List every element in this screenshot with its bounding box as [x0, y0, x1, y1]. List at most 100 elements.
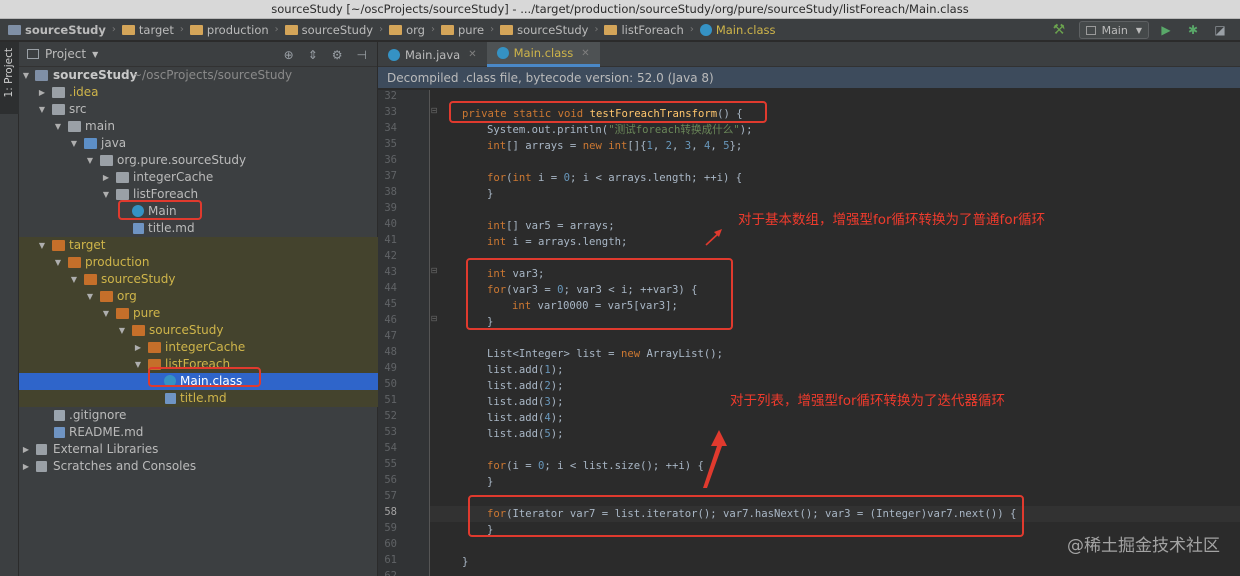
tab-main-class[interactable]: Main.class ✕	[486, 42, 600, 67]
expand-arrow-icon[interactable]: ▼	[21, 67, 31, 84]
chevron-right-icon: ›	[490, 24, 495, 35]
line-number: 60	[384, 538, 397, 550]
code-line-50: list.add(2);	[487, 380, 564, 392]
breadcrumb-sourcestudy[interactable]: sourceStudy ›	[284, 23, 389, 37]
line-number: 38	[384, 186, 397, 198]
line-number: 35	[384, 138, 397, 150]
folder-icon	[189, 24, 203, 35]
fold-marker-icon[interactable]: ⊟	[430, 266, 438, 275]
tree-item-idea[interactable]: ▶ .idea	[19, 84, 378, 101]
tree-item-sourcestudy-pkg[interactable]: ▼ sourceStudy	[19, 322, 378, 339]
tree-item-title-md-out[interactable]: title.md	[19, 390, 378, 407]
code-line-48: List<Integer> list = new ArrayList();	[487, 348, 723, 360]
line-number: 48	[384, 346, 397, 358]
tree-item-org[interactable]: ▼ org	[19, 288, 378, 305]
expand-arrow-icon[interactable]: ▼	[101, 305, 111, 322]
project-view-selector[interactable]: Project	[45, 47, 86, 61]
tree-item-integercache[interactable]: ▶ integerCache	[19, 169, 378, 186]
tree-item-external-libraries[interactable]: ▶ External Libraries	[19, 441, 378, 458]
code-line-56: }	[487, 476, 494, 488]
breadcrumb-production[interactable]: production ›	[189, 23, 285, 37]
code-line-52: list.add(4);	[487, 412, 564, 424]
expand-arrow-icon[interactable]: ▼	[37, 101, 47, 118]
expand-arrow-icon[interactable]: ▼	[85, 152, 95, 169]
locate-target-icon[interactable]: ⊕	[284, 48, 294, 62]
expand-arrow-icon[interactable]: ▼	[101, 186, 111, 203]
tree-item-root[interactable]: ▼ sourceStudy ~/oscProjects/sourceStudy	[19, 67, 378, 84]
tree-item-readme[interactable]: README.md	[19, 424, 378, 441]
tree-item-java[interactable]: ▼ java	[19, 135, 378, 152]
tree-item-main[interactable]: ▼ main	[19, 118, 378, 135]
expand-arrow-icon[interactable]: ▶	[133, 339, 143, 356]
tab-main-java[interactable]: Main.java ✕	[378, 42, 487, 67]
breadcrumb-org[interactable]: org ›	[389, 23, 441, 37]
breadcrumb-main-class[interactable]: Main.class	[699, 23, 775, 37]
code-line-38: }	[487, 188, 494, 200]
run-play-icon[interactable]: ▶	[1159, 23, 1173, 37]
highlight-method-signature	[449, 101, 767, 123]
editor-tabs: Main.java ✕ Main.class ✕	[378, 42, 1240, 67]
code-line-37: for(int i = 0; i < arrays.length; ++i) {	[487, 172, 743, 184]
line-number: 47	[384, 330, 397, 342]
line-number-current: 58	[384, 506, 397, 518]
code-line-51: list.add(3);	[487, 396, 564, 408]
coverage-icon[interactable]: ◪	[1213, 23, 1227, 37]
tree-item-integercache-out[interactable]: ▶ integerCache	[19, 339, 378, 356]
expand-arrow-icon[interactable]: ▼	[85, 288, 95, 305]
expand-arrow-icon[interactable]: ▶	[21, 441, 31, 458]
folder-icon	[121, 24, 135, 35]
project-panel-header: Project ▼ ⊕ ⇕ ⚙ ⊣	[19, 42, 377, 67]
breadcrumb-project[interactable]: sourceStudy ›	[8, 23, 122, 37]
chevron-right-icon: ›	[689, 24, 694, 35]
line-number: 57	[384, 490, 397, 502]
debug-bug-icon[interactable]: ✱	[1186, 23, 1200, 37]
tree-item-package[interactable]: ▼ org.pure.sourceStudy	[19, 152, 378, 169]
navigation-bar: sourceStudy › target › production › sourceS…	[0, 19, 1240, 41]
gear-icon[interactable]: ⚙	[332, 48, 343, 62]
hide-panel-icon[interactable]: ⊣	[357, 48, 367, 62]
breadcrumb-sourcestudy-2[interactable]: sourceStudy ›	[500, 23, 604, 37]
fold-marker-icon[interactable]: ⊟	[430, 106, 438, 115]
expand-arrow-icon[interactable]: ▶	[21, 458, 31, 475]
code-line-41: int i = arrays.length;	[487, 236, 628, 248]
expand-arrow-icon[interactable]: ▼	[37, 237, 47, 254]
run-configuration-select[interactable]: Main ▼	[1078, 21, 1149, 39]
chevron-right-icon: ›	[379, 24, 384, 35]
expand-arrow-icon[interactable]: ▼	[133, 356, 143, 373]
expand-arrow-icon[interactable]: ▼	[53, 254, 63, 271]
tree-item-target[interactable]: ▼ target	[19, 237, 378, 254]
tree-item-sourcestudy-out[interactable]: ▼ sourceStudy	[19, 271, 378, 288]
close-icon[interactable]: ✕	[581, 48, 589, 59]
toolbar-right: ⚒ Main ▼ ▶ ✱ ◪	[1053, 19, 1240, 41]
expand-arrow-icon[interactable]: ▼	[53, 118, 63, 135]
close-icon[interactable]: ✕	[468, 49, 476, 60]
code-line-34: System.out.println("测试foreach转换成什么");	[487, 124, 753, 136]
breadcrumb-target[interactable]: target ›	[121, 23, 190, 37]
tree-item-pure[interactable]: ▼ pure	[19, 305, 378, 322]
collapse-all-icon[interactable]: ⇕	[308, 48, 318, 62]
tree-item-gitignore[interactable]: .gitignore	[19, 407, 378, 424]
tree-item-scratches[interactable]: ▶ Scratches and Consoles	[19, 458, 378, 475]
folder-icon	[440, 24, 454, 35]
tree-item-src[interactable]: ▼ src	[19, 101, 378, 118]
build-hammer-icon[interactable]: ⚒	[1053, 23, 1067, 37]
highlight-array-loop	[466, 258, 733, 330]
tree-item-production[interactable]: ▼ production	[19, 254, 378, 271]
line-number-gutter: 32 33 34 35 36 37 38 39 40 41 42 43 44 4…	[378, 90, 437, 576]
highlight-main-java	[118, 200, 202, 220]
caret-down-icon[interactable]: ▼	[92, 50, 98, 59]
line-number: 54	[384, 442, 397, 454]
expand-arrow-icon[interactable]: ▼	[117, 322, 127, 339]
tree-item-title-md[interactable]: title.md	[19, 220, 378, 237]
line-number: 32	[384, 90, 397, 102]
expand-arrow-icon[interactable]: ▼	[69, 135, 79, 152]
expand-arrow-icon[interactable]: ▶	[37, 84, 47, 101]
project-tool-tab[interactable]: 1: Project	[0, 42, 19, 114]
expand-arrow-icon[interactable]: ▼	[69, 271, 79, 288]
breadcrumb-pure[interactable]: pure ›	[440, 23, 500, 37]
excluded-folder-icon	[100, 291, 113, 302]
breadcrumb-listforeach[interactable]: listForeach ›	[604, 23, 699, 37]
fold-marker-icon[interactable]: ⊟	[430, 314, 438, 323]
expand-arrow-icon[interactable]: ▶	[101, 169, 111, 186]
line-number: 36	[384, 154, 397, 166]
